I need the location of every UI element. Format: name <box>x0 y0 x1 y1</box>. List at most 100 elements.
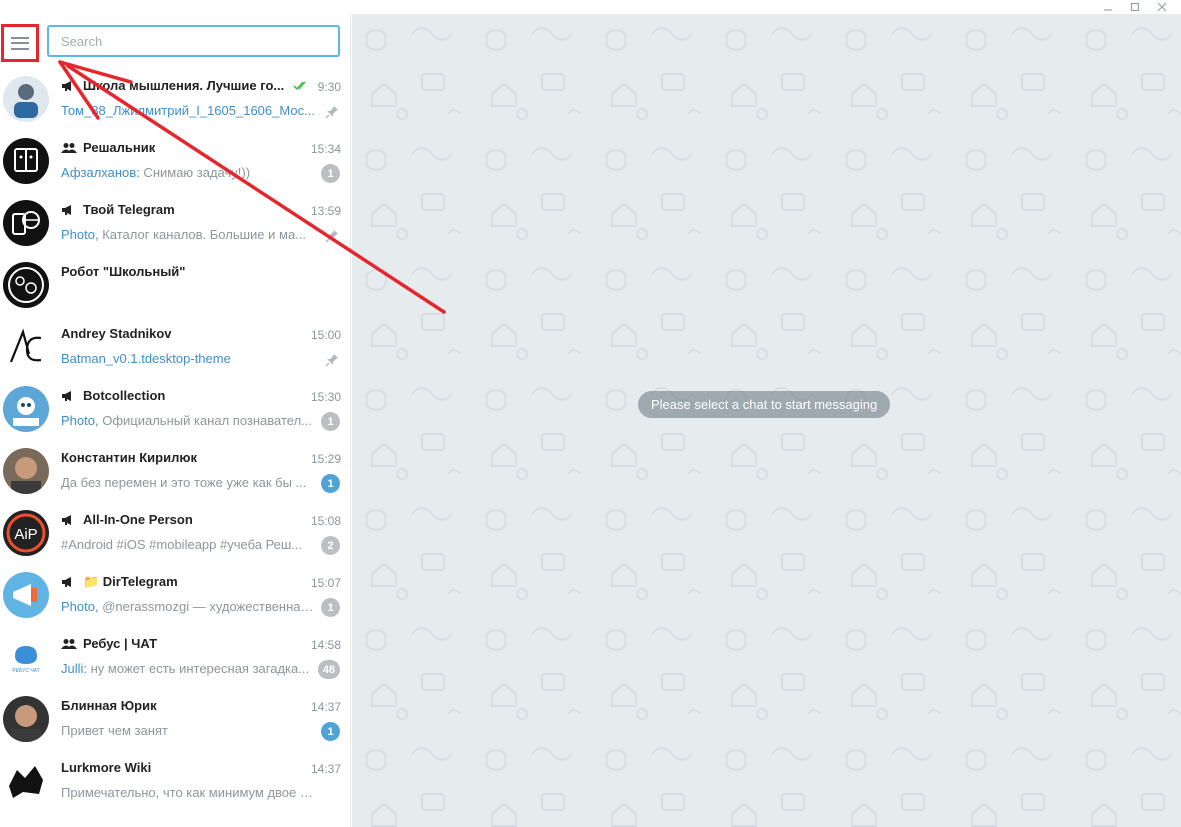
chat-title: Константин Кирилюк <box>61 450 197 465</box>
chat-title: 📁 DirTelegram <box>83 574 178 589</box>
svg-text:AiP: AiP <box>14 526 37 543</box>
chat-item[interactable]: Botcollection 15:30 Photo, Официальный кан… <box>0 378 350 440</box>
chat-time: 9:30 <box>317 80 341 94</box>
group-icon <box>61 142 77 154</box>
chat-item[interactable]: РЕБУС ЧАТ Ребус | ЧАТ 14:58 Julli: ну может… <box>0 626 350 688</box>
chat-time: 14:37 <box>310 762 341 776</box>
avatar <box>3 324 49 370</box>
chat-item[interactable]: Твой Telegram 13:59 Photo, Каталог каналов… <box>0 192 350 254</box>
close-icon[interactable] <box>1149 0 1175 14</box>
chat-preview: #Android #iOS #mobileapp #учеба Реш... <box>61 537 316 552</box>
chat-item[interactable]: 📁 DirTelegram 15:07 Photo, @nerassmozgi — … <box>0 564 350 626</box>
pin-icon <box>325 229 339 243</box>
chat-preview-text: ну может есть интересная загадка... <box>87 661 310 676</box>
chat-time: 14:58 <box>310 638 341 652</box>
chat-title: Блинная Юрик <box>61 698 157 713</box>
unread-badge: 1 <box>321 598 340 617</box>
channel-icon <box>61 390 77 402</box>
chat-title: All-In-One Person <box>83 512 193 527</box>
pin-icon <box>325 353 339 367</box>
chat-item[interactable]: Школа мышления. Лучшие го... 9:30 Том_88_Л… <box>0 68 350 130</box>
avatar <box>3 262 49 308</box>
chat-preview-sender: Photo, <box>61 227 99 242</box>
chat-time: 14:37 <box>310 700 341 714</box>
chat-name: 📁 DirTelegram <box>61 574 296 590</box>
chat-title: Школа мышления. Лучшие го... <box>83 78 285 93</box>
chat-name: All-In-One Person <box>61 512 296 527</box>
chat-preview-sender: Том_88_Лжилмитрий_I_1605_1606_Мос... <box>61 103 315 118</box>
group-icon <box>61 638 77 649</box>
avatar <box>3 448 49 494</box>
chat-preview-text: Да без перемен и это тоже уже как бы ... <box>61 475 307 490</box>
chat-name: Решальник <box>61 140 296 155</box>
avatar: РЕБУС ЧАТ <box>3 634 49 680</box>
chat-time: 15:29 <box>310 452 341 466</box>
chat-list[interactable]: Школа мышления. Лучшие го... 9:30 Том_88_Л… <box>0 68 350 812</box>
chat-name: Блинная Юрик <box>61 698 296 713</box>
avatar <box>3 138 49 184</box>
chat-preview-text: Снимаю задачу!)) <box>139 165 251 180</box>
channel-icon <box>62 577 71 587</box>
avatar: AiP <box>3 510 49 556</box>
chat-time: 15:08 <box>310 514 341 528</box>
unread-badge: 1 <box>321 474 340 493</box>
chat-time: 15:00 <box>310 328 341 342</box>
chat-preview: Да без перемен и это тоже уже как бы ... <box>61 475 316 490</box>
chat-preview-text: @nerassmozgi — художественная #л... <box>98 599 316 614</box>
channel-icon <box>61 204 77 216</box>
chat-item[interactable]: Решальник 15:34 Афзалханов: Снимаю задачу!… <box>0 130 350 192</box>
chat-title: Ребус | ЧАТ <box>83 636 158 651</box>
empty-state-message: Please select a chat to start messaging <box>638 391 891 418</box>
chat-name: Твой Telegram <box>61 202 296 217</box>
chat-background-pattern <box>352 14 1181 827</box>
maximize-icon[interactable] <box>1122 0 1148 14</box>
avatar <box>3 696 49 742</box>
svg-text:РЕБУС ЧАТ: РЕБУС ЧАТ <box>12 668 39 674</box>
chat-area: Please select a chat to start messaging <box>352 14 1181 827</box>
unread-badge: 1 <box>321 412 340 431</box>
chat-preview-text: Привет чем занят <box>61 723 168 738</box>
chat-item[interactable]: Константин Кирилюк 15:29 Да без перемен и … <box>0 440 350 502</box>
unread-badge: 1 <box>321 164 340 183</box>
chat-time: 13:59 <box>310 204 341 218</box>
chat-title: Lurkmore Wiki <box>61 760 152 775</box>
chat-preview-sender: Афзалханов: <box>61 165 140 180</box>
unread-badge: 2 <box>321 536 340 555</box>
avatar <box>3 76 49 122</box>
chat-name: Константин Кирилюк <box>61 450 296 465</box>
chat-time: 15:07 <box>310 576 341 590</box>
chat-time: 15:34 <box>310 142 341 156</box>
chat-name: Lurkmore Wiki <box>61 760 296 775</box>
chat-preview-text: #Android #iOS #mobileapp #учеба Реш... <box>61 537 303 552</box>
group-icon <box>61 638 77 650</box>
chat-preview-text: Официальный канал познавател... <box>98 413 313 428</box>
channel-icon <box>62 390 71 401</box>
chat-item[interactable]: Робот "Школьный" <box>0 254 350 316</box>
channel-icon <box>61 514 77 526</box>
chat-item[interactable]: Andrey Stadnikov 15:00 Batman_v0.1.tdeskto… <box>0 316 350 378</box>
chat-name: Ребус | ЧАТ <box>61 636 296 651</box>
chat-item[interactable]: AiP All-In-One Person 15:08 #Android #iOS #… <box>0 502 350 564</box>
chat-item[interactable]: Блинная Юрик 14:37 Привет чем занят 1 <box>0 688 350 750</box>
channel-icon <box>61 576 77 588</box>
chat-item[interactable]: Lurkmore Wiki 14:37 Примечательно, что как… <box>0 750 350 812</box>
chat-title: Andrey Stadnikov <box>61 326 172 341</box>
chat-name: Botcollection <box>61 388 296 403</box>
chat-preview: Julli: ну может есть интересная загадка.… <box>61 661 316 676</box>
pin-icon <box>325 105 339 119</box>
avatar <box>3 200 49 246</box>
chat-preview: Афзалханов: Снимаю задачу!)) <box>61 165 316 180</box>
chat-preview-sender: Batman_v0.1.tdesktop-theme <box>61 351 231 366</box>
channel-icon <box>62 80 71 91</box>
avatar <box>3 758 49 804</box>
chat-title: Решальник <box>83 140 156 155</box>
chat-preview-sender: Julli: <box>61 661 88 676</box>
search-input[interactable] <box>47 25 340 57</box>
chat-title: Робот "Школьный" <box>61 264 186 279</box>
minimize-icon[interactable] <box>1095 0 1121 14</box>
title-bar <box>0 0 1181 14</box>
hamburger-menu-icon[interactable] <box>1 24 39 62</box>
chat-name: Andrey Stadnikov <box>61 326 296 341</box>
chat-preview-sender: Photo, <box>61 599 99 614</box>
chat-name: Робот "Школьный" <box>61 264 296 279</box>
